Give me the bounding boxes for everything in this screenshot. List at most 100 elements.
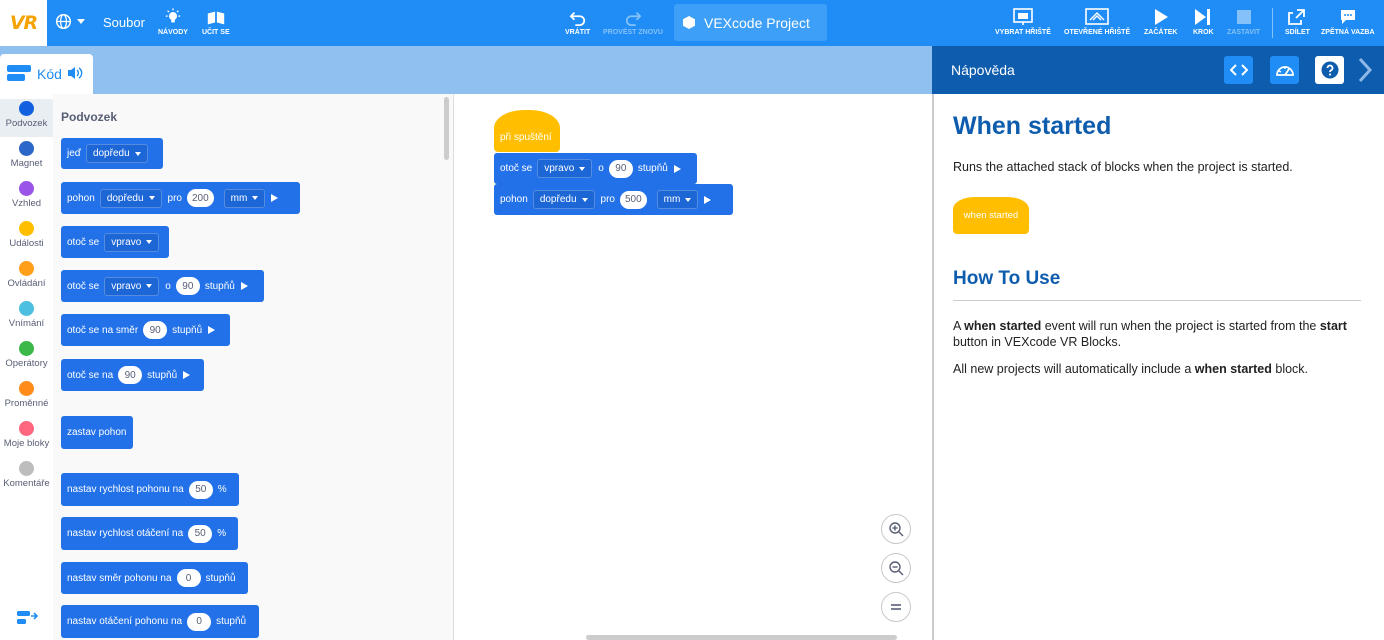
top-toolbar: VR Soubor NÁVODY UČIT SE VRÁTIT PROVÉST …: [0, 0, 1384, 46]
category-vnimani[interactable]: Vnímání: [0, 301, 53, 329]
run-block-icon[interactable]: [183, 371, 191, 379]
run-block-icon[interactable]: [240, 282, 248, 290]
run-block-icon[interactable]: [271, 194, 279, 202]
category-dot: [19, 421, 34, 436]
question-icon: [1321, 61, 1338, 79]
start-button[interactable]: ZAČÁTEK: [1144, 6, 1177, 36]
block-drive-for[interactable]: pohon dopředu pro 200 mm: [61, 182, 300, 214]
category-operatory[interactable]: Operátory: [0, 341, 53, 369]
rotation-value-input[interactable]: 0: [187, 612, 212, 631]
speaker-icon[interactable]: [67, 66, 83, 83]
block-drive-for[interactable]: pohon dopředu pro 500 mm: [494, 184, 733, 215]
step-icon: [1193, 6, 1213, 26]
category-dot: [19, 181, 34, 196]
category-komentare[interactable]: Komentáře: [0, 461, 53, 489]
howto-heading: How To Use: [953, 268, 1061, 289]
category-promenne[interactable]: Proměnné: [0, 381, 53, 409]
redo-icon: [624, 6, 642, 26]
block-set-drive-heading[interactable]: nastav směr pohonu na 0 stupňů: [61, 562, 248, 594]
language-globe-icon[interactable]: [55, 13, 85, 30]
teach-button[interactable]: UČIT SE: [202, 6, 230, 36]
extensions-button[interactable]: [0, 600, 53, 640]
zoom-in-icon: [889, 522, 904, 537]
unit-dropdown[interactable]: mm: [223, 188, 266, 208]
tab-code[interactable]: Kód: [0, 54, 93, 94]
playground-window-icon: [1085, 6, 1109, 26]
stop-button[interactable]: ZASTAVIT: [1227, 6, 1260, 36]
collapse-panel-button[interactable]: [1357, 56, 1373, 89]
stop-icon: [1236, 6, 1252, 26]
zoom-out-icon: [889, 561, 904, 576]
turn-direction-dropdown[interactable]: vpravo: [104, 232, 160, 252]
category-dot: [19, 301, 34, 316]
file-menu[interactable]: Soubor: [103, 15, 145, 30]
select-playground-button[interactable]: VYBRAT HŘIŠTĚ: [995, 6, 1051, 36]
category-moje-bloky[interactable]: Moje bloky: [0, 421, 53, 449]
zoom-out-button[interactable]: [881, 553, 911, 583]
block-stop-driving[interactable]: zastav pohon: [61, 416, 133, 449]
heading-value-input[interactable]: 0: [176, 569, 201, 587]
step-button[interactable]: KROK: [1193, 6, 1214, 36]
help-title: When started: [953, 112, 1112, 140]
block-turn-for[interactable]: otoč se vpravo o 90 stupňů: [61, 270, 264, 302]
velocity-input[interactable]: 50: [188, 480, 213, 499]
block-turn-to-heading[interactable]: otoč se na směr 90 stupňů: [61, 314, 230, 346]
palette-scrollbar[interactable]: [444, 97, 449, 160]
category-dot: [19, 461, 34, 476]
category-vzhled[interactable]: Vzhled: [0, 181, 53, 209]
help-sample-block: when started: [953, 197, 1029, 234]
undo-icon: [569, 6, 587, 26]
block-turn-to-rotation[interactable]: otoč se na 90 stupňů: [61, 359, 204, 391]
feedback-button[interactable]: ZPĚTNÁ VAZBA: [1321, 6, 1375, 36]
redo-button[interactable]: PROVÉST ZNOVU: [603, 6, 663, 36]
help-intro: Runs the attached stack of blocks when t…: [953, 160, 1293, 174]
divider: [953, 300, 1361, 301]
direction-dropdown[interactable]: dopředu: [532, 190, 595, 209]
block-set-drive-velocity[interactable]: nastav rychlost pohonu na 50 %: [61, 473, 239, 506]
share-button[interactable]: SDÍLET: [1285, 6, 1310, 36]
run-block-icon[interactable]: [208, 326, 216, 334]
block-turn-for[interactable]: otoč se vpravo o 90 stupňů: [494, 153, 697, 184]
zoom-reset-button[interactable]: [881, 592, 911, 622]
workspace-scrollbar[interactable]: [586, 635, 897, 640]
open-playground-button[interactable]: OTEVŘENÉ HŘIŠTĚ: [1064, 6, 1130, 36]
project-name-field[interactable]: VEXcode Project: [674, 4, 827, 41]
direction-dropdown[interactable]: dopředu: [99, 188, 162, 208]
unit-dropdown[interactable]: mm: [656, 190, 699, 209]
turn-velocity-input[interactable]: 50: [188, 524, 213, 543]
undo-button[interactable]: VRÁTIT: [565, 6, 590, 36]
angle-input[interactable]: 90: [175, 277, 200, 295]
zoom-in-button[interactable]: [881, 514, 911, 544]
code-view-button[interactable]: [1224, 56, 1253, 84]
category-dot: [19, 221, 34, 236]
run-block-icon[interactable]: [704, 195, 712, 204]
palette-title: Podvozek: [61, 110, 118, 124]
turn-direction-dropdown[interactable]: vpravo: [104, 276, 160, 296]
distance-input[interactable]: 200: [186, 189, 214, 207]
category-ovladani[interactable]: Ovládání: [0, 261, 53, 289]
run-block-icon[interactable]: [673, 164, 681, 173]
vr-logo[interactable]: VR: [0, 0, 47, 46]
block-turn[interactable]: otoč se vpravo: [61, 226, 169, 258]
category-magnet[interactable]: Magnet: [0, 141, 53, 169]
heading-input[interactable]: 90: [143, 321, 168, 339]
rotation-input[interactable]: 90: [118, 366, 143, 384]
angle-input[interactable]: 90: [608, 159, 633, 178]
book-icon: [206, 6, 226, 26]
block-set-turn-velocity[interactable]: nastav rychlost otáčení na 50 %: [61, 517, 238, 550]
category-udalosti[interactable]: Události: [0, 221, 53, 249]
howto-paragraph: A when started event will run when the p…: [953, 319, 1347, 349]
turn-direction-dropdown[interactable]: vpravo: [537, 159, 593, 178]
block-when-started[interactable]: při spuštění: [494, 110, 560, 152]
help-button[interactable]: [1315, 56, 1344, 84]
tutorials-button[interactable]: NÁVODY: [158, 6, 188, 36]
block-drive[interactable]: jeď dopředu: [61, 138, 163, 169]
distance-input[interactable]: 500: [619, 190, 647, 209]
block-set-drive-rotation[interactable]: nastav otáčení pohonu na 0 stupňů: [61, 605, 259, 638]
help-header: Nápověda: [932, 46, 1384, 94]
direction-dropdown[interactable]: dopředu: [85, 144, 148, 163]
monitor-icon: [1012, 6, 1034, 26]
dashboard-button[interactable]: [1270, 56, 1299, 84]
gauge-icon: [1275, 66, 1294, 76]
category-podvozek[interactable]: Podvozek: [0, 99, 53, 137]
